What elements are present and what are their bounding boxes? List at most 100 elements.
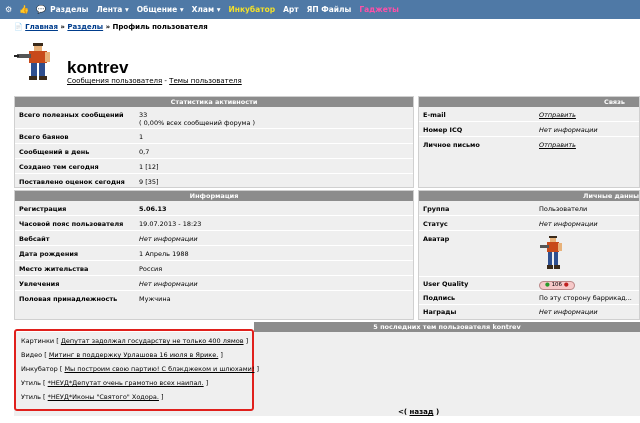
personal-avatar-cell [539, 235, 569, 275]
personal-panel-title: Личные данны [419, 191, 639, 201]
topic-link[interactable]: Митинг в поддержку Урлашова 16 июля в Яр… [49, 351, 218, 359]
topic-section: Картинки [21, 337, 55, 345]
recent-topic-item: Инкубатор [ Мы построим свою партию! С б… [21, 365, 260, 373]
plus-icon: ● [545, 282, 550, 288]
stats-panel: Статистика активности Всего полезных соо… [14, 96, 414, 188]
nav-gadgets[interactable]: Гаджеты [359, 5, 399, 14]
recent-topics-title: 5 последних тем пользователя kontrev [254, 322, 640, 332]
topic-link[interactable]: Депутат задолжал государству не только 4… [61, 337, 244, 345]
info-value: 5.06.13 [139, 205, 167, 213]
nav-communication[interactable]: Общение ▾ [137, 5, 184, 14]
info-row: Место жительства Россия [15, 261, 413, 276]
info-row: Дата рождения 1 Апрель 1988 [15, 246, 413, 261]
personal-value: Нет информации [539, 220, 598, 228]
personal-row: Статус Нет информации [419, 216, 639, 231]
profile-links: Сообщения пользователя - Темы пользовате… [67, 77, 242, 85]
info-value: 19.07.2013 - 18:23 [139, 220, 202, 228]
personal-row: Подпись По эту сторону баррикад... [419, 291, 639, 305]
gear-icon[interactable]: ⚙ [5, 5, 12, 14]
recent-topic-item: Картинки [ Депутат задолжал государству … [21, 337, 249, 345]
icq-value: Нет информации [539, 126, 598, 134]
posts-share-note: ( 0,00% всех сообщений форума ) [139, 119, 256, 127]
total-posts-value: 33 [139, 111, 148, 119]
topic-section: Инкубатор [21, 365, 58, 373]
info-value: Нет информации [139, 235, 198, 243]
breadcrumb: 📄 Главная » Разделы » Профиль пользовате… [14, 23, 208, 31]
breadcrumb-separator: » [105, 23, 111, 31]
minus-icon: ● [563, 282, 569, 288]
contact-label: Личное письмо [423, 141, 480, 149]
nav-incubator[interactable]: Инкубатор [228, 5, 275, 14]
nav-junk[interactable]: Хлам ▾ [192, 5, 221, 14]
back-suffix: ) [435, 408, 440, 416]
stat-label: Сообщений в день [19, 148, 90, 156]
stat-label: Создано тем сегодня [19, 163, 99, 171]
stat-value: 9 [35] [139, 178, 159, 186]
recent-topic-item: Утиль [ *НЕУД*Иконы "Святого" Ходора. ] [21, 393, 164, 401]
contact-panel-title: Связь [419, 97, 639, 107]
top-navbar: ⚙ 👍 💬 Разделы Лента ▾ Общение ▾ Хлам ▾ И… [0, 0, 640, 19]
info-value: 1 Апрель 1988 [139, 250, 189, 258]
user-topics-link[interactable]: Темы пользователя [169, 77, 242, 85]
info-label: Часовой пояс пользователя [19, 220, 124, 228]
contact-panel: Связь E-mail Отправить Номер ICQ Нет инф… [418, 96, 640, 188]
user-avatar-small [540, 236, 562, 269]
info-row: Вебсайт Нет информации [15, 231, 413, 246]
chat-icon[interactable]: 💬 [36, 5, 46, 14]
personal-label: Статус [423, 220, 448, 228]
personal-label: Подпись [423, 294, 456, 302]
like-icon[interactable]: 👍 [19, 5, 29, 14]
personal-label: Группа [423, 205, 450, 213]
personal-label: Награды [423, 308, 457, 316]
personal-value: Пользователи [539, 205, 588, 213]
breadcrumb-sections[interactable]: Разделы [67, 23, 103, 31]
quality-badge: ● 106 ● [539, 280, 575, 290]
profile-username: kontrev [67, 58, 129, 77]
stats-row: Всего полезных сообщений 33 ( 0,00% всех… [15, 107, 413, 129]
personal-row: User Quality ● 106 ● [419, 277, 639, 291]
breadcrumb-current: Профиль пользователя [112, 23, 208, 31]
contact-label: E-mail [423, 111, 446, 119]
topic-section: Утиль [21, 393, 41, 401]
topic-section: Утиль [21, 379, 41, 387]
breadcrumb-separator: » [60, 23, 65, 31]
personal-row: Награды Нет информации [419, 305, 639, 319]
stats-row: Всего баянов 1 [15, 129, 413, 144]
stat-label: Всего баянов [19, 133, 69, 141]
info-row: Регистрация 5.06.13 [15, 201, 413, 216]
stats-panel-title: Статистика активности [15, 97, 413, 107]
user-posts-link[interactable]: Сообщения пользователя [67, 77, 162, 85]
stat-value: 0,7 [139, 148, 150, 156]
info-value: Россия [139, 265, 163, 273]
nav-yap-files[interactable]: ЯП Файлы [307, 5, 352, 14]
info-row: Половая принадлежность Мужчина [15, 291, 413, 306]
stat-label: Всего полезных сообщений [19, 111, 124, 119]
stats-row: Поставлено оценок сегодня 9 [35] [15, 174, 413, 188]
nav-feed[interactable]: Лента ▾ [96, 5, 128, 14]
nav-sections[interactable]: Разделы [50, 5, 88, 14]
topic-link[interactable]: *НЕУД*Иконы "Святого" Ходора. [48, 393, 159, 401]
info-panel-title: Информация [15, 191, 413, 201]
recent-topic-item: Утиль [ *НЕУД*Депутат очень грамотно все… [21, 379, 209, 387]
info-value: Нет информации [139, 280, 198, 288]
topic-link[interactable]: Мы построим свою партию! С блэкджеком и … [64, 365, 254, 373]
breadcrumb-home[interactable]: Главная [25, 23, 58, 31]
contact-row: Личное письмо Отправить [419, 137, 639, 152]
user-avatar-large [14, 43, 50, 80]
info-panel: Информация Регистрация 5.06.13 Часовой п… [14, 190, 414, 320]
info-label: Вебсайт [19, 235, 50, 243]
stat-value: 1 [139, 133, 144, 141]
personal-panel: Личные данны Группа Пользователи Статус … [418, 190, 640, 320]
topic-section: Видео [21, 351, 43, 359]
pm-send-link[interactable]: Отправить [539, 141, 576, 149]
stat-value: 33 ( 0,00% всех сообщений форума ) [139, 111, 255, 127]
topic-link[interactable]: *НЕУД*Депутат очень грамотно всех наипал… [48, 379, 204, 387]
signature-value: По эту сторону баррикад... [539, 294, 632, 302]
info-label: Регистрация [19, 205, 67, 213]
info-row: Увлечения Нет информации [15, 276, 413, 291]
email-send-link[interactable]: Отправить [539, 111, 576, 119]
nav-art[interactable]: Арт [283, 5, 299, 14]
back-link[interactable]: назад [410, 408, 434, 416]
awards-value: Нет информации [539, 308, 598, 316]
stat-label: Поставлено оценок сегодня [19, 178, 125, 186]
